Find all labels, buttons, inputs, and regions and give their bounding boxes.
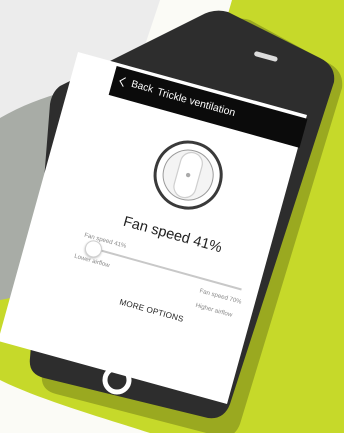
fan-speed-readout: Fan speed 41% xyxy=(121,213,224,257)
chevron-left-icon xyxy=(119,77,129,87)
slider-max-label: Fan speed 70% xyxy=(198,287,243,306)
back-button[interactable]: Back xyxy=(119,76,154,95)
page-title: Trickle ventilation xyxy=(155,86,237,120)
fan-dial-icon[interactable] xyxy=(144,131,233,220)
back-label: Back xyxy=(129,78,155,96)
screen: Back Trickle ventilation Fan speed 41% F… xyxy=(73,65,308,387)
slider-higher-label: Higher airflow xyxy=(194,301,233,319)
screen-content: Back Trickle ventilation Fan speed 41% F… xyxy=(37,65,308,408)
